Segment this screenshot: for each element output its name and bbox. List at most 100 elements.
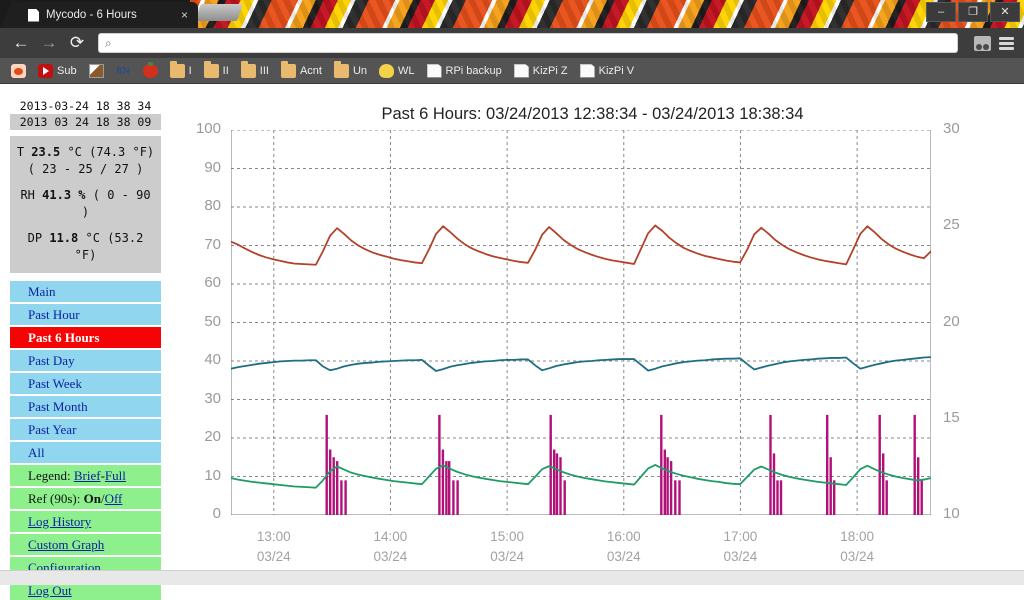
sidebar-item-legend[interactable]: Legend: Brief-Full xyxy=(10,465,161,487)
chart-svg xyxy=(231,130,931,515)
legend-full-link[interactable]: Full xyxy=(105,468,126,483)
y-axis-right-tick: 20 xyxy=(943,312,960,330)
sidebar-nav: Main Past Hour Past 6 Hours Past Day Past We… xyxy=(10,281,161,464)
x-tick-date: 03/24 xyxy=(373,548,408,564)
refresh-off-link[interactable]: Off xyxy=(105,491,123,506)
dewpoint-reading: DP 11.8 °C (53.2 °F) xyxy=(14,230,157,265)
bookmark-item[interactable] xyxy=(84,61,109,81)
sidebar-item-label: Past Day xyxy=(28,352,75,368)
y-axis-right-tick: 15 xyxy=(943,408,960,426)
bookmark-item[interactable]: KizPi V xyxy=(575,61,639,81)
sidebar-item-past-year[interactable]: Past Year xyxy=(10,419,161,441)
x-tick-time: 15:00 xyxy=(490,529,524,544)
horizontal-scrollbar[interactable] xyxy=(0,570,1024,585)
bookmark-label: KizPi Z xyxy=(532,64,568,77)
address-input[interactable] xyxy=(115,36,951,50)
sidebar-tools: Log History Custom Graph Configuration Log … xyxy=(10,511,161,600)
refresh-label: Ref (90s): xyxy=(28,490,81,506)
relay-activation-bar xyxy=(441,449,445,515)
sidebar-item-log-history[interactable]: Log History xyxy=(10,511,161,533)
back-icon[interactable]: ← xyxy=(8,31,34,55)
browser-theme-art xyxy=(190,0,1024,28)
folder-icon xyxy=(280,60,296,78)
bookmark-label: KizPi V xyxy=(598,64,635,77)
forward-icon[interactable]: → xyxy=(36,31,62,55)
x-tick-time: 18:00 xyxy=(840,529,874,544)
tab-left-corner xyxy=(0,2,20,28)
temperature-value: 23.5 xyxy=(31,145,61,159)
relay-activation-bar xyxy=(826,414,829,515)
y-axis-left-tick: 40 xyxy=(204,351,221,368)
bookmark-item[interactable]: II xyxy=(199,60,234,81)
y-axis-left-tick: 20 xyxy=(204,428,221,445)
relay-activation-bar xyxy=(663,449,666,515)
bookmark-label: I xyxy=(188,64,192,77)
hamburger-menu-icon xyxy=(998,36,1014,50)
bookmark-item[interactable]: Un xyxy=(329,60,372,81)
close-tab-icon[interactable]: × xyxy=(177,8,192,22)
humidity-value: 41.3 xyxy=(42,187,72,202)
new-tab-button[interactable] xyxy=(195,4,243,21)
relay-activation-bar xyxy=(555,453,559,515)
relay-activation-bar xyxy=(344,480,347,515)
temperature-label: T xyxy=(16,145,25,159)
bookmark-item[interactable]: 8N xyxy=(111,61,136,81)
graph-panel: Past 6 Hours: 03/24/2013 12:38:34 - 03/2… xyxy=(170,105,1015,570)
sidebar-item-main[interactable]: Main xyxy=(10,281,161,303)
extensions-button[interactable] xyxy=(972,34,992,52)
relay-activation-bar xyxy=(445,461,448,515)
temperature-reading: T 23.5 °C (74.3 °F) xyxy=(14,144,157,161)
temperature-unit: °C xyxy=(67,145,82,159)
refresh-on-state[interactable]: On xyxy=(84,491,101,506)
bookmark-label: Sub xyxy=(57,64,77,77)
relay-activation-bar xyxy=(563,480,566,515)
address-bar[interactable]: ⌕ xyxy=(98,33,958,53)
x-axis-tick: 14:00 03/24 xyxy=(355,527,425,566)
bookmark-item[interactable]: Acnt xyxy=(276,60,327,81)
sidebar: 2013-03-24 18 38 34 2013 03 24 18 38 09 … xyxy=(10,98,161,600)
sidebar-tool-link[interactable]: Log History xyxy=(28,514,91,529)
bookmark-item[interactable]: III xyxy=(236,60,274,81)
youtube-icon xyxy=(38,63,53,78)
bookmark-item[interactable]: Sub xyxy=(33,61,82,81)
x-tick-time: 17:00 xyxy=(723,529,758,544)
series-line-temperature xyxy=(231,356,931,372)
relay-activation-bar xyxy=(674,480,677,515)
sidebar-tool-link[interactable]: Log Out xyxy=(28,583,72,598)
browser-tabstrip: Mycodo - 6 Hours × – ❐ ✕ xyxy=(0,0,1024,28)
bookmark-item[interactable]: KizPi Z xyxy=(509,61,573,81)
folder-icon xyxy=(203,60,219,78)
sidebar-item-refresh[interactable]: Ref (90s): On/Off xyxy=(10,488,161,510)
sidebar-item-past-day[interactable]: Past Day xyxy=(10,350,161,372)
x-axis-tick: 15:00 03/24 xyxy=(472,527,542,566)
bookmark-item[interactable]: WL xyxy=(374,61,420,81)
eightn-icon: 8N xyxy=(116,64,130,77)
relay-activation-bar xyxy=(779,480,783,515)
legend-brief-link[interactable]: Brief xyxy=(74,468,101,483)
bookmark-item[interactable]: RPi backup xyxy=(422,61,507,81)
bookmark-item[interactable] xyxy=(6,61,31,81)
sidebar-item-custom-graph[interactable]: Custom Graph xyxy=(10,534,161,556)
close-window-button[interactable]: ✕ xyxy=(990,2,1020,22)
sidebar-item-past-6-hours[interactable]: Past 6 Hours xyxy=(10,327,161,349)
sidebar-item-past-month[interactable]: Past Month xyxy=(10,396,161,418)
sidebar-tool-link[interactable]: Custom Graph xyxy=(28,537,104,552)
reload-icon[interactable]: ⟳ xyxy=(64,31,90,55)
humidity-range: ( 0 - 90 ) xyxy=(81,187,151,220)
minimize-button[interactable]: – xyxy=(926,2,956,22)
browser-menu-button[interactable] xyxy=(996,34,1016,52)
sidebar-item-past-hour[interactable]: Past Hour xyxy=(10,304,161,326)
sidebar-item-past-week[interactable]: Past Week xyxy=(10,373,161,395)
sidebar-item-all[interactable]: All xyxy=(10,442,161,464)
bookmark-item[interactable] xyxy=(138,61,163,81)
bookmark-item[interactable]: I xyxy=(165,60,197,81)
maximize-button[interactable]: ❐ xyxy=(958,2,988,22)
relay-activation-bar xyxy=(329,449,332,515)
bulb-icon xyxy=(379,63,395,78)
relay-activation-bar xyxy=(438,414,441,515)
x-tick-time: 16:00 xyxy=(606,529,641,544)
browser-tab[interactable]: Mycodo - 6 Hours × xyxy=(18,2,198,28)
y-axis-left-tick: 30 xyxy=(204,389,221,407)
reddit-icon xyxy=(11,63,26,78)
y-axis-left-tick: 0 xyxy=(212,505,221,522)
